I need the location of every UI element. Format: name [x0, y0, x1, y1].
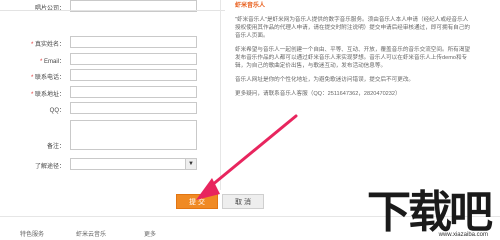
- footer-link[interactable]: 更多: [144, 229, 156, 238]
- footer: 特色服务 虾米云音乐 更多: [0, 229, 320, 239]
- footer-link[interactable]: 特色服务: [20, 229, 44, 238]
- watermark-url: www.xiazaiba.com: [438, 232, 488, 238]
- site-watermark: 下载吧 www.xiazaiba.com: [354, 178, 494, 240]
- watermark-logo: 下载吧: [367, 187, 493, 238]
- footer-link[interactable]: 虾米云音乐: [76, 229, 106, 238]
